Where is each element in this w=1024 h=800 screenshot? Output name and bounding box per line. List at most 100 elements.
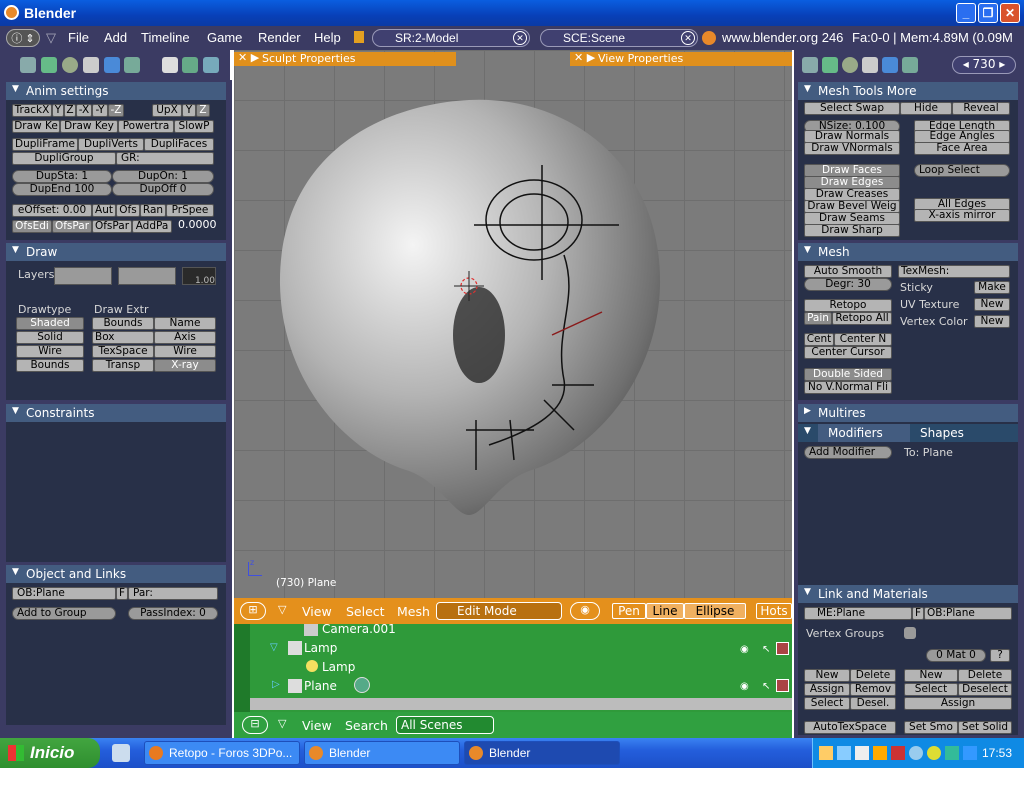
dupoff-field[interactable]: DupOff 0: [112, 183, 214, 196]
center-button[interactable]: Cent: [804, 333, 834, 346]
3d-viewport[interactable]: z (730) Plane: [234, 50, 792, 598]
tracky-button[interactable]: Y: [52, 104, 64, 117]
outliner-lamp[interactable]: Lamp: [304, 641, 337, 655]
dupliverts-button[interactable]: DupliVerts: [78, 138, 144, 151]
loop-select-menu[interactable]: Loop Select: [914, 164, 1010, 177]
v3d-menu-mesh[interactable]: Mesh: [397, 604, 430, 619]
upx-button[interactable]: UpX: [152, 104, 182, 117]
xray-button[interactable]: X-ray: [154, 359, 216, 372]
make-sticky-button[interactable]: Make: [974, 281, 1010, 294]
texmesh-field[interactable]: TexMesh:: [898, 265, 1010, 278]
double-sided-button[interactable]: Double Sided: [804, 368, 892, 381]
multires-header[interactable]: Multires: [798, 404, 1018, 422]
render-icon[interactable]: [776, 679, 789, 692]
vgroup-new-button[interactable]: New: [804, 669, 850, 682]
mesh-header[interactable]: Mesh: [798, 243, 1018, 261]
drawtype-bounds[interactable]: Bounds: [16, 359, 84, 372]
dupend-field[interactable]: DupEnd 100: [12, 183, 112, 196]
material-index-field[interactable]: 0 Mat 0: [926, 649, 986, 662]
material-assign-button[interactable]: Assign: [904, 697, 1012, 710]
screen-selector[interactable]: SR:2-Model ✕: [372, 29, 530, 47]
track-negx-button[interactable]: -X: [76, 104, 92, 117]
tray-icon[interactable]: [945, 746, 959, 760]
vgroup-assign-button[interactable]: Assign: [804, 683, 850, 696]
bounds-type-select[interactable]: Box: [92, 331, 154, 344]
delete-scene-icon[interactable]: ✕: [681, 31, 695, 45]
ofsedit-button[interactable]: OfsEdi: [12, 220, 52, 233]
draw-key-sel-button[interactable]: Draw Key: [60, 120, 118, 133]
vgroup-deselect-button[interactable]: Desel.: [850, 697, 896, 710]
no-vnormal-flip-button[interactable]: No V.Normal Fli: [804, 381, 892, 394]
delete-screen-icon[interactable]: ✕: [513, 31, 527, 45]
drawtype-wire[interactable]: Wire: [16, 345, 84, 358]
select-icon[interactable]: ↖: [762, 644, 770, 655]
axis-button[interactable]: Axis: [154, 331, 216, 344]
dupligroup-button[interactable]: DupliGroup: [12, 152, 116, 165]
script-icon[interactable]: [41, 57, 57, 73]
close-icon[interactable]: ✕ ▶: [238, 51, 259, 64]
restore-button[interactable]: ❐: [978, 3, 998, 23]
ofs-button[interactable]: Ofs: [116, 204, 140, 217]
drawtype-shaded[interactable]: Shaded: [16, 317, 84, 330]
layers-grid-a[interactable]: [54, 267, 112, 285]
collapse-icon[interactable]: ▽: [278, 603, 286, 616]
visibility-icon[interactable]: ◉: [740, 681, 749, 692]
new-vertex-color-button[interactable]: New: [974, 315, 1010, 328]
retopo-ellipse-button[interactable]: Ellipse: [684, 603, 746, 619]
frame-counter[interactable]: ◂ 730 ▸: [952, 56, 1016, 74]
menu-game[interactable]: Game: [207, 30, 242, 45]
taskbar-blender-1[interactable]: Blender: [304, 741, 460, 765]
ofsparticle-button[interactable]: OfsPar: [92, 220, 132, 233]
xaxis-mirror-button[interactable]: X-axis mirror: [914, 209, 1010, 222]
outliner-scrollbar[interactable]: [250, 698, 792, 710]
pivot-icon[interactable]: ◉: [570, 602, 600, 620]
material-help-button[interactable]: ?: [990, 649, 1010, 662]
physics-icon[interactable]: [182, 57, 198, 73]
trackx-button[interactable]: TrackX: [12, 104, 52, 117]
hide-button[interactable]: Hide: [900, 102, 952, 115]
parent-field[interactable]: Par:: [128, 587, 218, 600]
modifiers-tab[interactable]: Modifiers: [818, 424, 910, 442]
set-solid-button[interactable]: Set Solid: [958, 721, 1012, 734]
random-button[interactable]: Ran: [140, 204, 166, 217]
menu-timeline[interactable]: Timeline: [141, 30, 190, 45]
fake-user-button[interactable]: F: [912, 607, 924, 620]
collapse-icon[interactable]: ▽: [46, 30, 56, 46]
slowpar-button[interactable]: SlowP: [174, 120, 214, 133]
powertrack-button[interactable]: Powertra: [118, 120, 174, 133]
anim-settings-header[interactable]: Anim settings: [6, 82, 226, 100]
close-icon[interactable]: ✕ ▶: [574, 51, 595, 64]
tray-icon[interactable]: [855, 746, 869, 760]
draw-sharp-button[interactable]: Draw Sharp: [804, 224, 900, 237]
mode-select[interactable]: Edit Mode: [436, 602, 562, 620]
editor-type-icon[interactable]: ⊟: [242, 716, 268, 734]
select-swap-button[interactable]: Select Swap: [804, 102, 900, 115]
object-tab-icon[interactable]: [162, 57, 178, 73]
volume-icon[interactable]: [873, 746, 887, 760]
editing-icon[interactable]: [104, 57, 120, 73]
v3d-menu-select[interactable]: Select: [346, 604, 385, 619]
object-name-field[interactable]: OB:Plane: [12, 587, 116, 600]
material-deselect-button[interactable]: Deselect: [958, 683, 1012, 696]
name-button[interactable]: Name: [154, 317, 216, 330]
reveal-button[interactable]: Reveal: [952, 102, 1010, 115]
render-icon[interactable]: [776, 642, 789, 655]
outliner-menu-view[interactable]: View: [302, 718, 332, 733]
draw-key-button[interactable]: Draw Ke: [12, 120, 60, 133]
view-properties-header[interactable]: ✕ ▶ View Properties: [570, 51, 792, 66]
menu-add[interactable]: Add: [104, 30, 127, 45]
tray-icon[interactable]: [837, 746, 851, 760]
center-new-button[interactable]: Center N: [834, 333, 892, 346]
constraints-header[interactable]: Constraints: [6, 404, 226, 422]
sculpt-properties-header[interactable]: ✕ ▶ Sculpt Properties: [234, 51, 456, 66]
eoffset-field[interactable]: eOffset: 0.00: [12, 204, 92, 217]
taskbar-blender-2[interactable]: Blender: [464, 741, 620, 765]
layer-slider[interactable]: 1.00: [182, 267, 216, 286]
outliner-lamp-data[interactable]: Lamp: [322, 660, 355, 674]
visibility-icon[interactable]: ◉: [740, 644, 749, 655]
editor-type-icon[interactable]: ⊞: [240, 602, 266, 620]
scene-icon[interactable]: [124, 57, 140, 73]
face-area-button[interactable]: Face Area: [914, 142, 1010, 155]
material-select-button[interactable]: Select: [904, 683, 958, 696]
paint-button[interactable]: Pain: [804, 312, 832, 325]
